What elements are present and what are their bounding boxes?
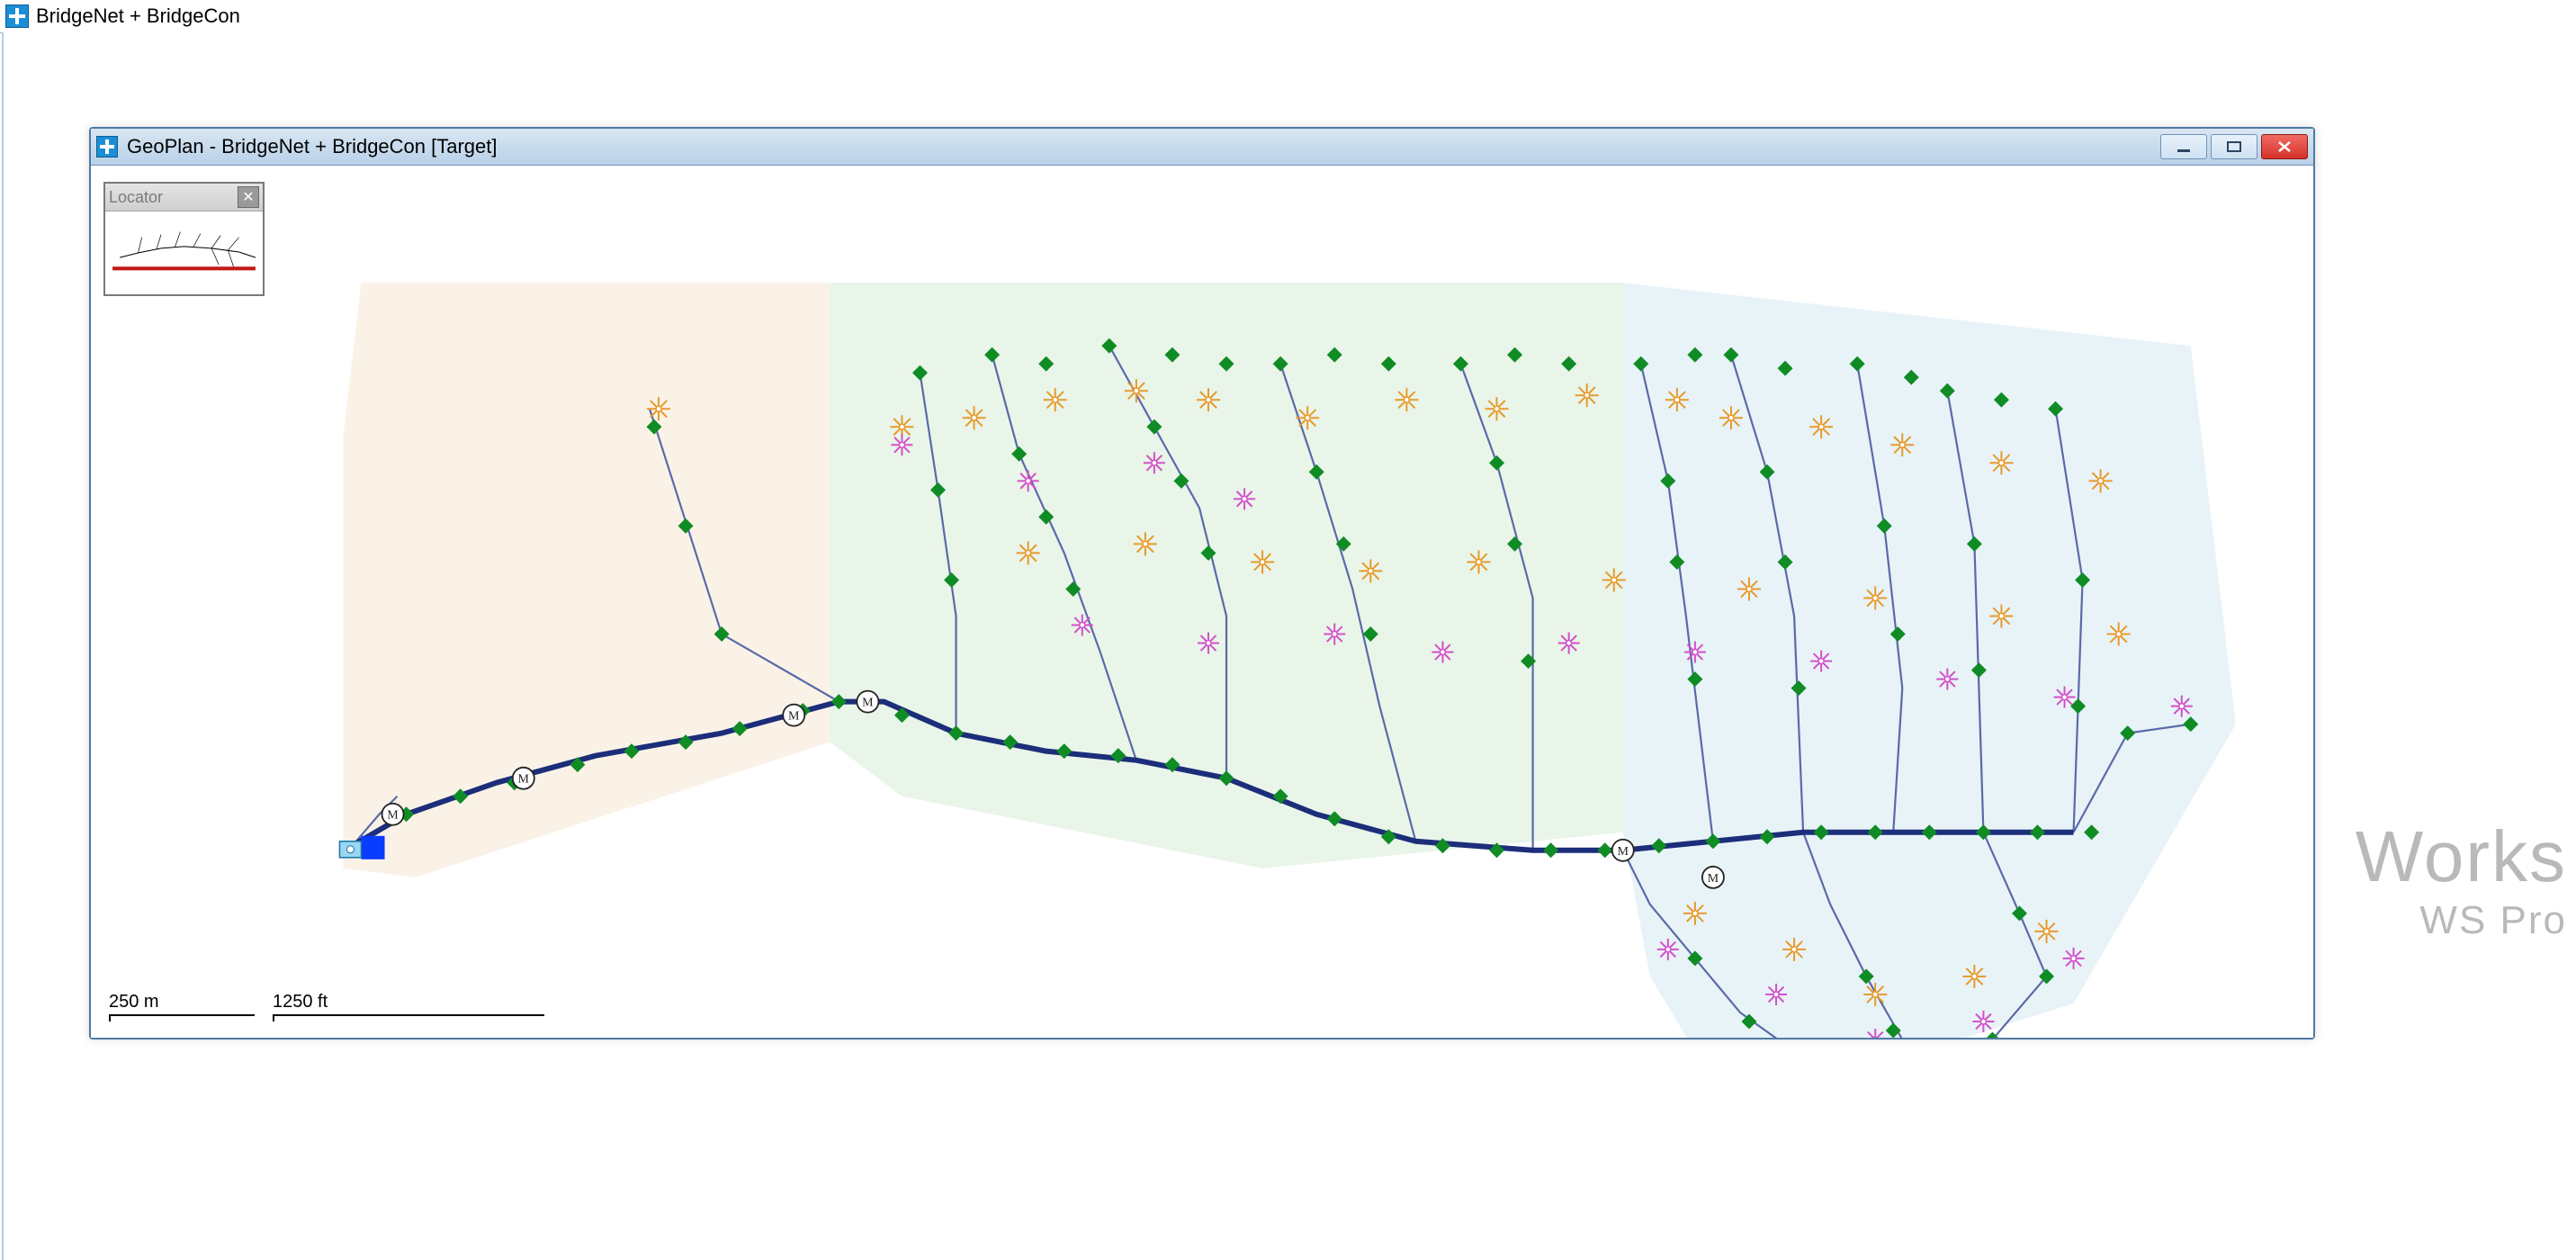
hydrant-node[interactable] bbox=[1863, 983, 1887, 1006]
meter-label: M bbox=[518, 773, 530, 787]
geoplan-window[interactable]: GeoPlan - BridgeNet + BridgeCon [Target] bbox=[89, 127, 2315, 1040]
meter-label: M bbox=[1618, 845, 1629, 859]
scale-metric-label: 250 m bbox=[109, 992, 255, 1012]
app-icon bbox=[5, 4, 29, 28]
app-titlebar: BridgeNet + BridgeCon bbox=[0, 0, 2576, 33]
meter-node[interactable] bbox=[1972, 1011, 1994, 1032]
meter-node[interactable] bbox=[1234, 488, 1255, 509]
trunk-meter[interactable]: M bbox=[513, 768, 534, 789]
trunk-meter[interactable]: M bbox=[783, 705, 804, 726]
meter-label: M bbox=[1708, 872, 1719, 886]
hydrant-node[interactable] bbox=[1863, 586, 1887, 609]
hydrant-node[interactable] bbox=[1485, 397, 1509, 420]
meter-node[interactable] bbox=[1810, 651, 1832, 672]
trunk-meter[interactable]: M bbox=[1702, 867, 1724, 888]
hydrant-node[interactable] bbox=[1683, 902, 1707, 925]
hydrant-node[interactable] bbox=[1989, 605, 2013, 628]
close-icon bbox=[2276, 140, 2293, 153]
watermark-line1: Works bbox=[2356, 815, 2567, 898]
meter-label: M bbox=[788, 710, 800, 724]
trunk-meter[interactable]: M bbox=[382, 804, 404, 825]
hydrant-node[interactable] bbox=[963, 406, 986, 429]
scale-imperial-line bbox=[273, 1014, 544, 1022]
hydrant-node[interactable] bbox=[2089, 469, 2113, 492]
hydrant-node[interactable] bbox=[1296, 406, 1319, 429]
meter-node[interactable] bbox=[1324, 624, 1345, 645]
hydrant-node[interactable] bbox=[1962, 965, 1986, 988]
minimize-icon bbox=[2176, 140, 2192, 153]
hydrant-node[interactable] bbox=[2107, 623, 2131, 646]
hydrant-node[interactable] bbox=[1890, 433, 1914, 456]
meter-node[interactable] bbox=[1198, 633, 1219, 654]
hydrant-node[interactable] bbox=[1782, 938, 1806, 961]
meter-node[interactable] bbox=[1144, 452, 1165, 473]
watermark: Works WS Pro bbox=[2356, 815, 2567, 943]
locator-header[interactable]: Locator ✕ bbox=[105, 184, 263, 212]
hydrant-node[interactable] bbox=[1602, 568, 1626, 591]
hydrant-node[interactable] bbox=[1359, 559, 1382, 582]
scale-metric-line bbox=[109, 1014, 255, 1022]
hydrant-node[interactable] bbox=[1665, 388, 1689, 411]
hydrant-node[interactable] bbox=[1197, 388, 1220, 411]
hydrant-node[interactable] bbox=[1251, 550, 1274, 573]
zone-zone-left bbox=[343, 283, 830, 878]
hydrant-node[interactable] bbox=[1395, 388, 1418, 411]
meter-node[interactable] bbox=[2063, 948, 2085, 969]
hydrant-node[interactable] bbox=[1134, 532, 1157, 555]
meter-node[interactable] bbox=[2171, 696, 2193, 717]
meter-node[interactable] bbox=[1684, 642, 1706, 663]
app-title: BridgeNet + BridgeCon bbox=[36, 4, 240, 28]
geoplan-icon bbox=[96, 136, 118, 158]
meter-node[interactable] bbox=[1657, 939, 1679, 960]
hydrant-node[interactable] bbox=[1719, 406, 1743, 429]
meter-node[interactable] bbox=[2054, 687, 2076, 708]
app-client-area: Works WS Pro GeoPlan - BridgeNet + Bridg… bbox=[2, 32, 2576, 1260]
geoplan-titlebar[interactable]: GeoPlan - BridgeNet + BridgeCon [Target] bbox=[91, 129, 2313, 166]
hydrant-node[interactable] bbox=[1467, 550, 1490, 573]
locator-minimap[interactable] bbox=[105, 212, 263, 294]
trunk-meter[interactable]: M bbox=[857, 691, 878, 713]
scale-bar: 250 m 1250 ft bbox=[109, 992, 544, 1022]
hydrant-node[interactable] bbox=[1809, 415, 1833, 438]
meter-node[interactable] bbox=[1936, 669, 1958, 690]
locator-close-button[interactable]: ✕ bbox=[238, 186, 259, 208]
meter-label: M bbox=[862, 697, 874, 710]
geoplan-title: GeoPlan - BridgeNet + BridgeCon [Target] bbox=[127, 135, 498, 158]
locator-title: Locator bbox=[109, 188, 163, 207]
meter-node[interactable] bbox=[1765, 984, 1787, 1005]
hydrant-node[interactable] bbox=[2034, 920, 2058, 943]
zone-zone-right bbox=[1623, 283, 2236, 1038]
maximize-icon bbox=[2226, 140, 2242, 153]
minimize-button[interactable] bbox=[2160, 134, 2207, 159]
close-button[interactable] bbox=[2261, 134, 2308, 159]
junction-node[interactable] bbox=[1597, 842, 1612, 858]
hydrant-node[interactable] bbox=[1017, 541, 1040, 564]
close-x-icon: ✕ bbox=[242, 188, 254, 206]
meter-node[interactable] bbox=[1558, 633, 1580, 654]
geoplan-canvas[interactable]: M M M M M M Locator ✕ bbox=[91, 166, 2313, 1038]
junction-node[interactable] bbox=[1543, 842, 1558, 858]
hydrant-node[interactable] bbox=[1125, 379, 1148, 402]
hydrant-node[interactable] bbox=[1737, 577, 1761, 600]
meter-node[interactable] bbox=[1072, 615, 1093, 636]
hydrant-node[interactable] bbox=[647, 397, 670, 420]
meter-node[interactable] bbox=[1018, 470, 1039, 491]
maximize-button[interactable] bbox=[2211, 134, 2257, 159]
locator-panel[interactable]: Locator ✕ bbox=[103, 182, 265, 296]
hydrant-node[interactable] bbox=[1575, 383, 1599, 407]
hydrant-node[interactable] bbox=[1989, 451, 2013, 474]
trunk-meter[interactable]: M bbox=[1612, 840, 1634, 861]
meter-node[interactable] bbox=[891, 434, 912, 455]
meter-label: M bbox=[387, 809, 399, 823]
hydrant-node[interactable] bbox=[1044, 388, 1067, 411]
network-map[interactable]: M M M M M M bbox=[91, 166, 2313, 1038]
meter-node[interactable] bbox=[1432, 642, 1453, 663]
watermark-line2: WS Pro bbox=[2356, 898, 2567, 943]
scale-imperial-label: 1250 ft bbox=[273, 992, 544, 1012]
